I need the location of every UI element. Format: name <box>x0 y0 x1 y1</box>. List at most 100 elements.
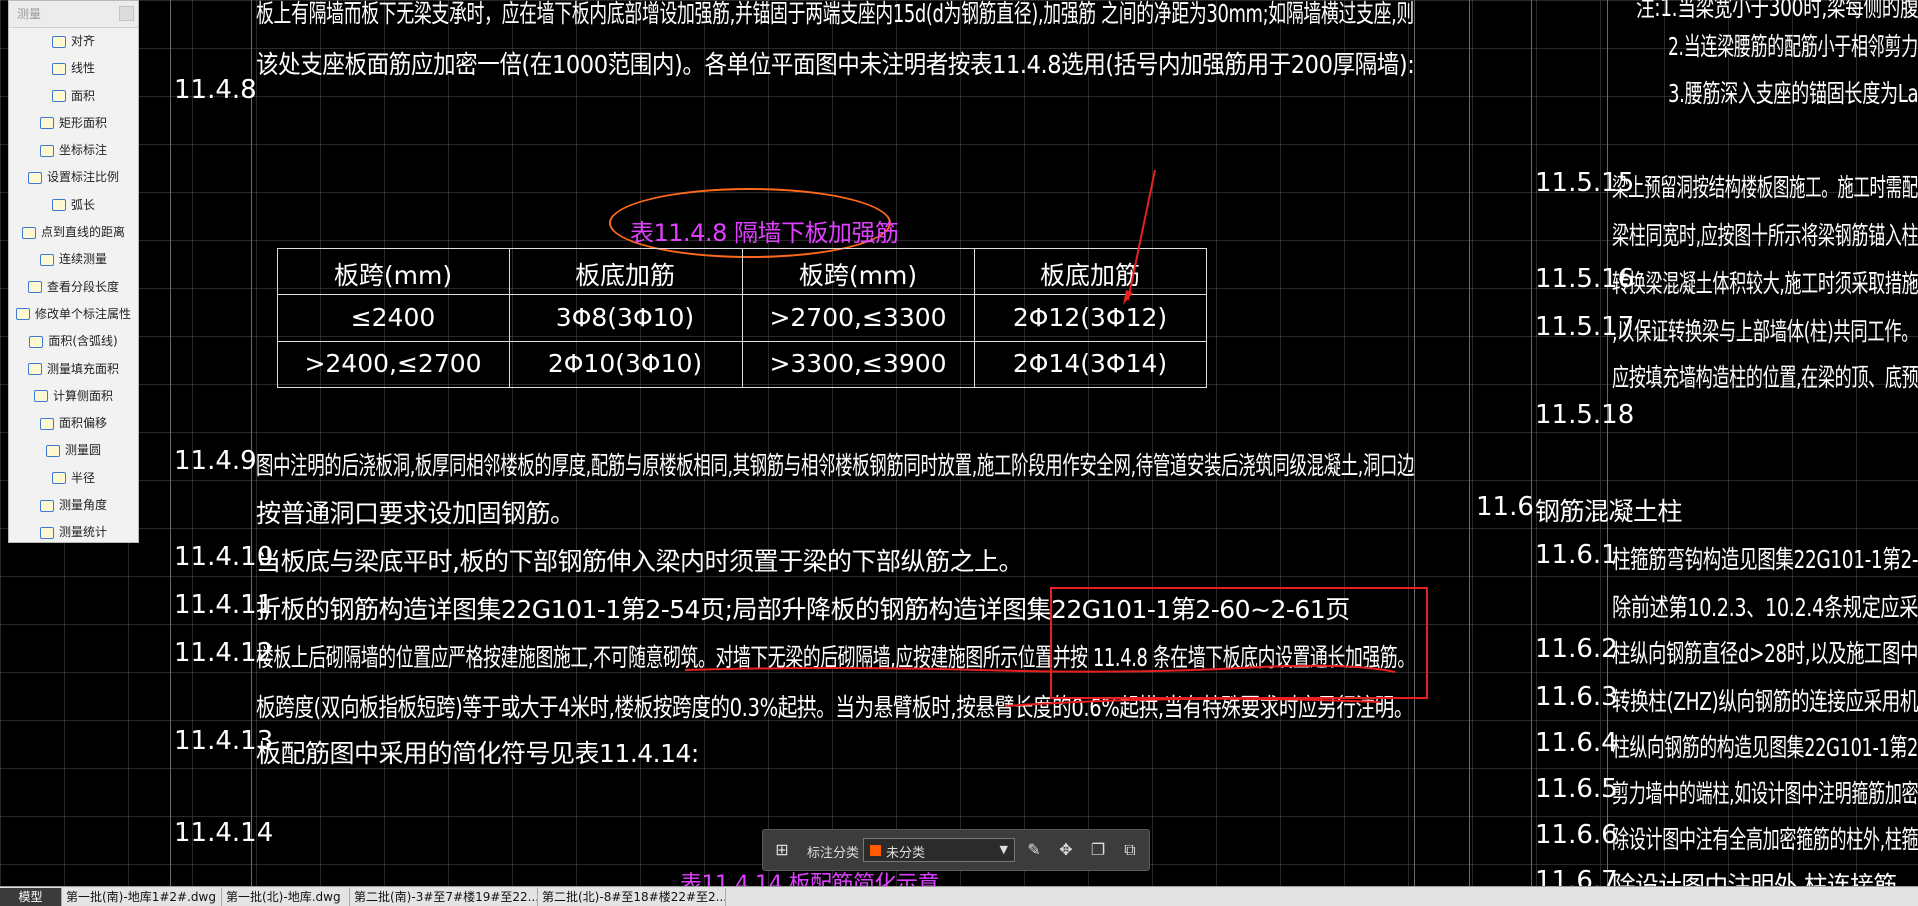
measure-panel: 测量 对齐线性面积矩形面积坐标标注设置标注比例弧长点到直线的距离 连续测量 查看分段… <box>8 0 139 543</box>
panel-title: 测量 <box>9 1 138 28</box>
table-cell: 2Φ12(3Φ12) <box>1012 303 1168 332</box>
table-cell: ≤2400 <box>350 303 436 332</box>
copy-icon[interactable]: ❐ <box>1089 841 1107 859</box>
paste-icon[interactable]: ⧉ <box>1121 841 1139 859</box>
circle-icon <box>45 444 60 457</box>
section-number: 11.6.4 <box>1535 728 1618 758</box>
measure-tool-label: 面积(含弧线) <box>48 334 118 349</box>
layout-tab-bar: 模型 第一批(南)-地库1#2#.dwg 第一批(北)-地库.dwg 第二批(南)-3… <box>0 886 1918 906</box>
radius-icon <box>51 472 66 485</box>
right-paragraph: 除前述第10.2.3、10.2.4条规定应采 <box>1612 593 1918 622</box>
note-line: 注:1.当梁宽小于300时,梁每侧的腹 <box>1636 0 1918 22</box>
right-paragraph: ,以保证转换梁与上部墙体(柱)共同工作。 <box>1612 317 1918 346</box>
cad-drawing-canvas[interactable]: 板上有隔墙而板下无梁支承时，应在墙下板内底部增设加强筋,并锚固于两端支座内15d… <box>0 0 1918 886</box>
top-paragraph-line2: 该处支座板面筋应加密一倍(在1000范围内)。各单位平面图中未注明者按表11.4… <box>256 50 1415 79</box>
section-number: 11.5.18 <box>1535 400 1635 430</box>
measure-tool-item[interactable]: 半径 <box>9 465 138 492</box>
annotation-arrow <box>1123 169 1156 305</box>
paragraph-11-4-13: 板配筋图中采用的简化符号见表11.4.14: <box>256 739 699 768</box>
table-header-cell: 板跨(mm) <box>798 261 918 290</box>
edit-annotation-icon <box>15 308 30 321</box>
layout-tab[interactable]: 第二批(南)-3#至7#楼19#至22... <box>350 888 538 906</box>
section-number: 11.6.3 <box>1535 682 1618 712</box>
measure-tool-label: 弧长 <box>70 197 95 212</box>
measure-tool-item[interactable]: 连续测量 <box>9 246 138 273</box>
arc-length-icon <box>51 199 66 212</box>
measure-tool-item[interactable]: 矩形面积 <box>9 110 138 137</box>
point-line-distance-icon <box>21 226 36 239</box>
grid-menu-icon[interactable]: ⊞ <box>773 841 791 859</box>
measure-tool-label: 对齐 <box>70 34 95 48</box>
table-cell: >2700,≤3300 <box>769 303 947 332</box>
measure-tool-item[interactable]: 设置标注比例 <box>9 164 138 191</box>
section-number: 11.6.7 <box>1535 866 1618 886</box>
section-number: 11.6.5 <box>1535 774 1618 804</box>
grid-line <box>1469 0 1470 886</box>
rebar-table: 板跨(mm) 板底加筋 板跨(mm) 板底加筋 ≤2400 3Φ8(3Φ10) … <box>277 248 1207 388</box>
measure-tool-label: 测量统计 <box>58 525 107 540</box>
right-paragraph: 应按填充墙构造柱的位置,在梁的顶、底预 <box>1612 363 1918 392</box>
section-number: 11.6.2 <box>1535 634 1618 664</box>
category-value: 未分类 <box>886 846 926 861</box>
note-line: 3.腰筋深入支座的锚固长度为La <box>1668 79 1918 108</box>
measure-tool-label: 测量填充面积 <box>46 361 119 376</box>
section-number: 11.6.1 <box>1535 540 1618 570</box>
table-cell: 2Φ14(3Φ14) <box>1012 349 1168 378</box>
measure-tool-label: 矩形面积 <box>58 115 107 130</box>
linear-measure-icon <box>51 62 66 75</box>
measure-tool-item[interactable]: 对齐 <box>9 28 138 55</box>
right-paragraph: 除设计图中注明外,柱连接筋... <box>1612 871 1918 886</box>
measure-tool-label: 坐标标注 <box>58 143 107 158</box>
measure-tool-label: 面积 <box>70 88 95 103</box>
measure-tool-item[interactable]: 测量角度 <box>9 492 138 519</box>
table-header-cell: 板底加筋 <box>574 261 675 290</box>
top-paragraph-line1: 板上有隔墙而板下无梁支承时，应在墙下板内底部增设加强筋,并锚固于两端支座内15d… <box>256 0 1414 28</box>
layout-tab[interactable]: 模型 <box>0 888 62 906</box>
category-select[interactable]: 未分类 ▼ <box>863 838 1015 862</box>
measure-tool-item[interactable]: 测量圆 <box>9 437 138 464</box>
measure-tool-item[interactable]: 查看分段长度 <box>9 274 138 301</box>
close-icon[interactable] <box>119 6 134 21</box>
move-icon[interactable]: ✥ <box>1057 841 1075 859</box>
align-measure-icon <box>51 35 66 48</box>
category-label: 标注分类 <box>807 846 860 861</box>
scale-icon <box>27 171 42 184</box>
section-number: 11.4.9 <box>174 446 257 476</box>
measure-tool-item[interactable]: 弧长 <box>9 192 138 219</box>
angle-icon <box>39 499 54 512</box>
measure-tool-label: 半径 <box>70 470 95 485</box>
measure-tool-item[interactable]: 面积 <box>9 83 138 110</box>
layout-tab[interactable]: 第一批(南)-地库1#2#.dwg <box>62 888 222 906</box>
measure-tool-item[interactable]: 计算侧面积 <box>9 383 138 410</box>
right-paragraph: 转换柱(ZHZ)纵向钢筋的连接应采用机 <box>1612 687 1918 716</box>
right-paragraph: 柱箍筋弯钩构造见图集22G101-1第2- <box>1612 545 1918 574</box>
measure-tool-item[interactable]: 面积偏移 <box>9 410 138 437</box>
area-offset-icon <box>39 417 54 430</box>
paragraph-11-4-9-line2: 按普通洞口要求设加固钢筋。 <box>256 499 575 528</box>
measure-tool-item[interactable]: 面积(含弧线) <box>9 328 138 355</box>
measure-tool-item[interactable]: 修改单个标注属性 <box>9 301 138 328</box>
measure-tool-label: 测量圆 <box>64 443 101 458</box>
layout-tab[interactable]: 第一批(北)-地库.dwg <box>222 888 350 906</box>
area-icon <box>51 90 66 103</box>
grid-line <box>170 0 171 886</box>
annotation-toolbar: ⊞ 标注分类 未分类 ▼ ✎ ✥ ❐ ⧉ <box>762 829 1150 871</box>
arc-area-icon <box>29 335 44 348</box>
measure-tool-label: 计算侧面积 <box>52 388 113 403</box>
chevron-down-icon: ▼ <box>999 843 1008 856</box>
measure-tool-item[interactable]: 点到直线的距离 <box>9 219 138 246</box>
grid-line <box>1531 0 1532 886</box>
layout-tab[interactable]: 第二批(北)-8#至18#楼22#至2... <box>538 888 726 906</box>
measure-tool-item[interactable]: 线性 <box>9 55 138 82</box>
edit-icon[interactable]: ✎ <box>1025 841 1043 859</box>
right-paragraph: 转换梁混凝土体积较大,施工时须采取措施 <box>1612 269 1918 298</box>
right-paragraph: 剪力墙中的端柱,如设计图中注明箍筋加密 <box>1612 779 1918 808</box>
measure-tool-item[interactable]: 测量填充面积 <box>9 356 138 383</box>
coordinate-icon <box>39 144 54 157</box>
measure-tool-item[interactable]: 坐标标注 <box>9 137 138 164</box>
table-header-cell: 板底加筋 <box>1039 261 1140 290</box>
annotation-box <box>1050 587 1428 699</box>
side-area-icon <box>33 390 48 403</box>
measure-tool-item[interactable]: 测量统计 <box>9 519 138 546</box>
fill-area-icon <box>27 363 42 376</box>
